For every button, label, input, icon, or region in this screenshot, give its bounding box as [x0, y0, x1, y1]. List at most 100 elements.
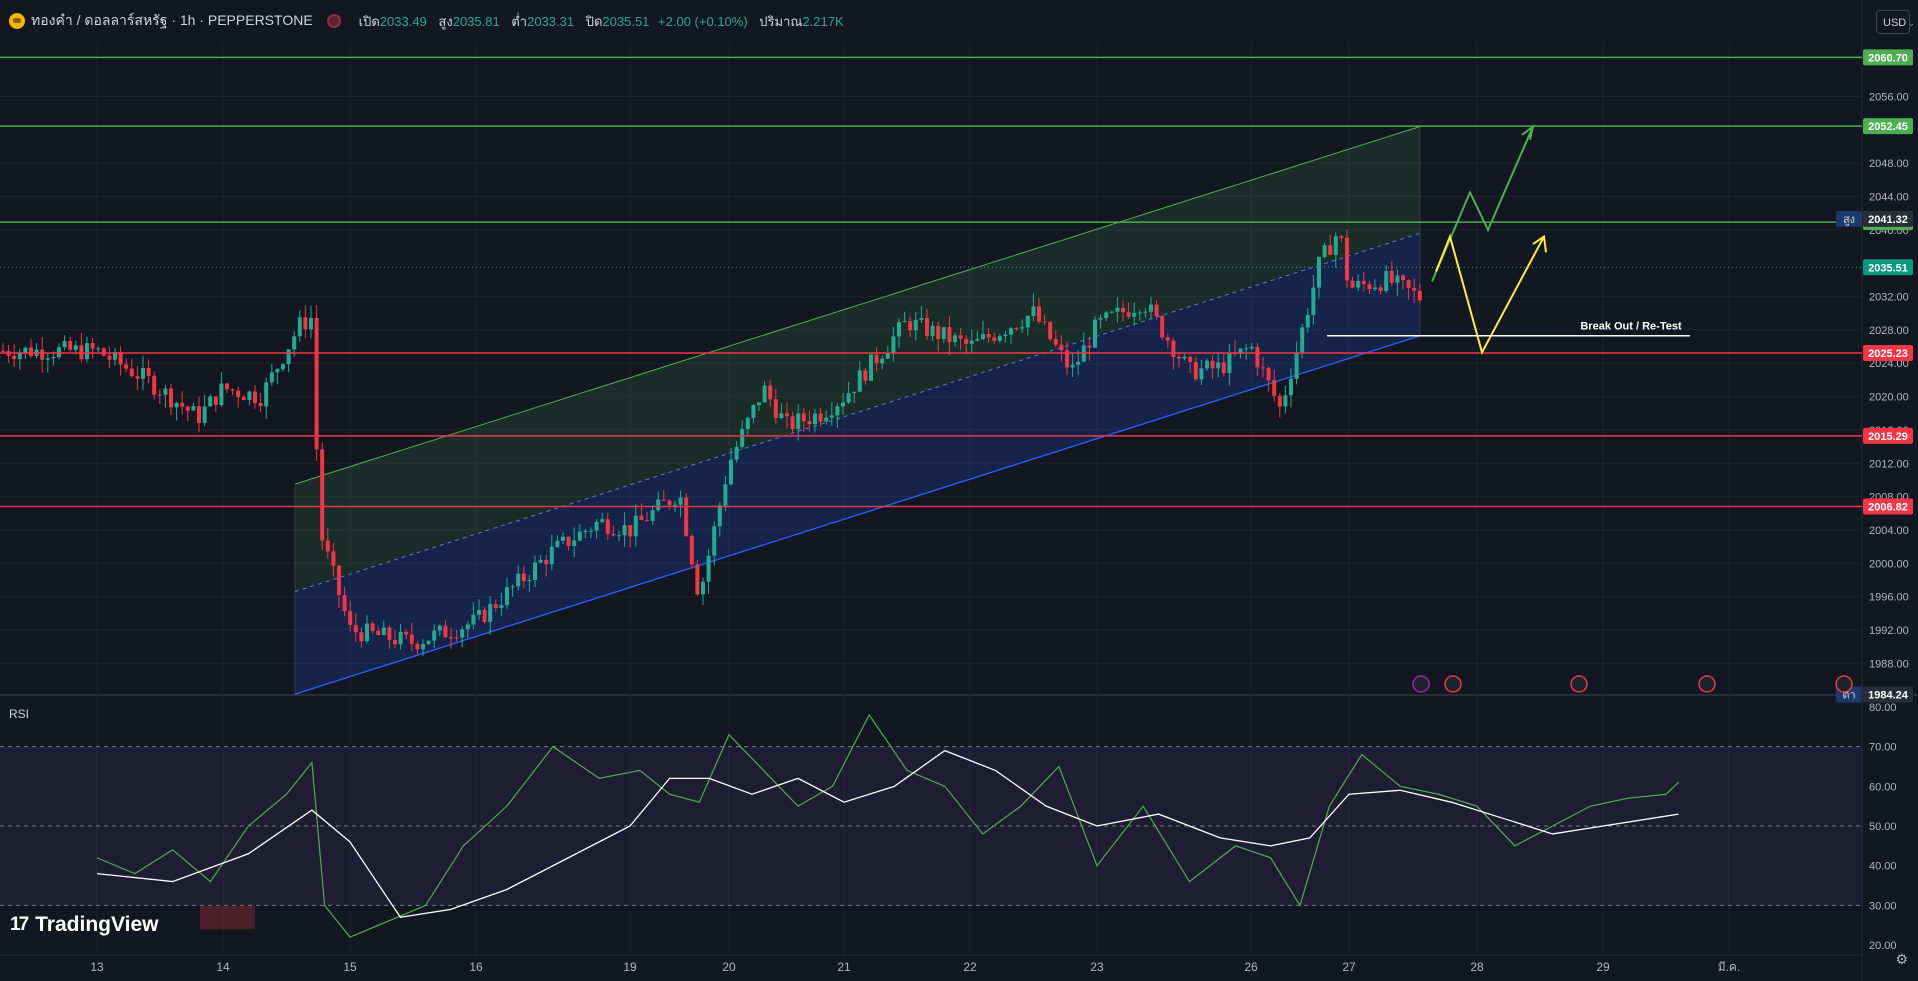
candle-body	[622, 525, 627, 536]
candle-body	[96, 348, 101, 350]
candle-body	[146, 368, 151, 376]
settings-gear-icon[interactable]: ⚙	[1895, 951, 1908, 968]
candle-body	[566, 536, 571, 547]
candle-body	[1328, 245, 1333, 255]
us-flag-event-icon	[1698, 675, 1716, 693]
candle-body	[740, 428, 745, 447]
candle-body	[460, 629, 465, 638]
candle-body	[1098, 318, 1103, 320]
candle-body	[857, 370, 862, 392]
rsi-tick-label: 30.00	[1869, 900, 1897, 912]
price-chart[interactable]: 2056.00 2048.00 2044.00 20 40.00 2032.00 2028.…	[0, 0, 1918, 981]
time-tick-label: 13	[90, 960, 104, 974]
rsi-tick-label: 40.00	[1869, 861, 1897, 873]
price-tick-label: 1992.00	[1869, 625, 1909, 637]
candle-body	[269, 372, 274, 383]
rsi-tick-label: 80.00	[1869, 702, 1897, 714]
candle-body	[477, 609, 481, 615]
candle-body	[768, 385, 773, 400]
candle-body	[1406, 280, 1411, 288]
candle-body	[678, 497, 683, 505]
candle-body	[953, 335, 957, 343]
candle-body	[729, 459, 733, 485]
candle-body	[785, 413, 789, 417]
candle-body	[454, 637, 459, 639]
candle-body	[650, 510, 655, 521]
candle-body	[415, 643, 420, 650]
candle-body	[1333, 236, 1338, 255]
candle-body	[225, 383, 229, 390]
candle-body	[1339, 236, 1344, 238]
candle-body	[1165, 337, 1170, 341]
candle-body	[891, 336, 896, 353]
rsi-tick-label: 60.00	[1869, 781, 1897, 793]
candle-body	[521, 573, 526, 581]
candle-body	[661, 499, 666, 501]
bullish-projection-arrow	[1431, 126, 1534, 282]
candle-body	[191, 406, 196, 411]
candle-body	[202, 406, 207, 423]
candle-body	[734, 446, 739, 460]
candle-body	[751, 405, 756, 418]
candle-body	[902, 321, 907, 323]
candle-body	[303, 317, 308, 330]
candle-body	[1025, 316, 1030, 328]
candle-body	[1384, 270, 1389, 291]
candle-body	[264, 382, 269, 407]
candle-body	[1300, 327, 1305, 353]
candle-body	[1188, 356, 1193, 363]
candle-body	[348, 611, 353, 626]
candle-body	[779, 413, 784, 418]
candle-body	[846, 393, 851, 403]
candle-body	[370, 623, 375, 631]
candle-body	[57, 347, 61, 357]
time-tick-label: 22	[963, 960, 977, 974]
time-tick-label: 15	[343, 960, 357, 974]
candle-body	[908, 321, 913, 331]
candle-body	[611, 533, 616, 536]
rsi-tick-label: 70.00	[1869, 742, 1897, 754]
candle-body	[947, 327, 952, 343]
candle-body	[1076, 361, 1081, 365]
candle-body	[286, 349, 291, 365]
candle-body	[628, 525, 633, 537]
candle-body	[1193, 362, 1198, 380]
price-tick-label: 2048.00	[1869, 158, 1909, 170]
rsi-tick-label: 20.00	[1869, 940, 1897, 952]
candle-body	[577, 531, 582, 541]
candle-body	[605, 519, 610, 534]
level-price-label: 2006.82	[1868, 501, 1908, 513]
rsi-title: RSI	[9, 707, 30, 721]
candle-body	[230, 389, 235, 391]
candle-body	[852, 391, 857, 394]
candle-body	[1294, 352, 1299, 379]
candle-body	[1283, 395, 1288, 407]
price-tag-label: 1984.24	[1868, 690, 1909, 702]
candle-body	[997, 336, 1002, 341]
candle-body	[387, 627, 392, 641]
time-tick-label: 29	[1596, 960, 1610, 974]
candle-body	[594, 521, 599, 531]
candle-body	[1020, 327, 1025, 329]
candle-body	[505, 587, 509, 606]
candle-body	[639, 515, 644, 520]
candle-body	[919, 317, 924, 320]
candle-body	[667, 500, 672, 506]
candle-body	[353, 625, 358, 633]
candle-body	[516, 573, 521, 587]
candle-body	[796, 413, 801, 429]
candle-body	[443, 625, 448, 638]
time-tick-label: 14	[216, 960, 230, 974]
candle-body	[129, 368, 134, 377]
candle-body	[600, 519, 605, 522]
candle-body	[471, 614, 476, 625]
candle-body	[1053, 339, 1058, 345]
candle-body	[1210, 360, 1215, 369]
candle-body	[589, 530, 593, 532]
candle-body	[1412, 287, 1417, 291]
candle-body	[51, 356, 56, 359]
candle-body	[337, 565, 341, 596]
price-tick-label: 2012.00	[1869, 458, 1909, 470]
candle-body	[1417, 290, 1422, 301]
candle-body	[1177, 356, 1181, 359]
